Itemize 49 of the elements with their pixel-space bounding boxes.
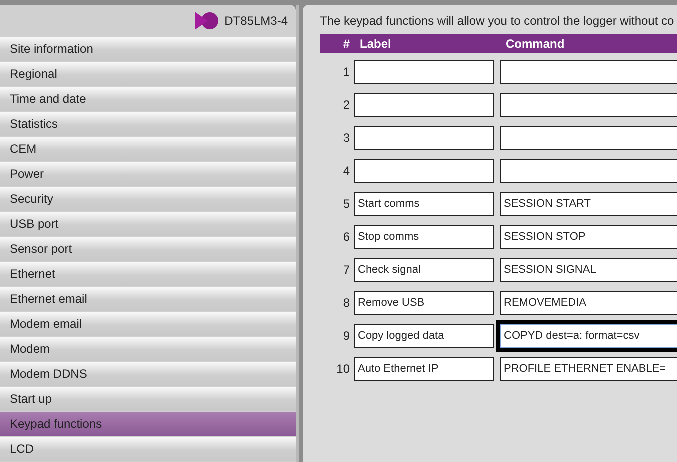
sidebar-item[interactable]: Power xyxy=(0,162,296,186)
sidebar-item[interactable]: Security xyxy=(0,187,296,211)
row-number: 9 xyxy=(342,328,351,342)
label-field[interactable]: Auto Ethernet IP xyxy=(354,356,494,380)
sidebar-item[interactable]: USB port xyxy=(0,212,296,236)
row-number: 1 xyxy=(342,64,351,78)
command-field[interactable]: PROFILE ETHERNET ENABLE= xyxy=(500,356,677,380)
command-field[interactable]: SESSION SIGNAL xyxy=(500,258,677,282)
sidebar-item[interactable]: Statistics xyxy=(0,112,296,136)
device-name: DT85LM3-4 xyxy=(224,14,288,28)
row-number: 4 xyxy=(342,164,351,178)
label-field[interactable]: Copy logged data xyxy=(354,324,494,348)
label-field[interactable]: Remove USB xyxy=(354,290,494,314)
sidebar-item[interactable]: CEM xyxy=(0,137,296,161)
command-field[interactable]: COPYD dest=a: format=csv xyxy=(500,324,677,348)
label-field[interactable] xyxy=(354,158,494,182)
sidebar-item[interactable]: Modem xyxy=(0,337,296,361)
sidebar-item[interactable]: Site information xyxy=(0,37,296,61)
row-number: 3 xyxy=(342,130,351,144)
column-header: # xyxy=(342,36,350,50)
label-field[interactable] xyxy=(354,126,494,150)
sidebar-item[interactable]: Ethernet xyxy=(0,262,296,286)
row-number: 10 xyxy=(336,362,351,376)
row-number: 7 xyxy=(342,262,351,276)
sidebar-item[interactable]: Modem DDNS xyxy=(0,362,296,386)
command-field[interactable]: REMOVEMEDIA xyxy=(500,290,677,314)
sidebar-item[interactable]: LCD xyxy=(0,437,296,461)
row-number: 5 xyxy=(342,196,351,210)
column-header: Command xyxy=(506,36,565,50)
sidebar-item[interactable]: Time and date xyxy=(0,87,296,111)
logo-icon xyxy=(194,12,219,30)
label-field[interactable]: Check signal xyxy=(354,258,494,282)
column-header: Label xyxy=(360,36,392,50)
row-number: 6 xyxy=(342,230,351,244)
sidebar-item[interactable]: Sensor port xyxy=(0,237,296,261)
row-number: 8 xyxy=(342,296,351,310)
row-number: 2 xyxy=(342,98,351,112)
sidebar-item[interactable]: Regional xyxy=(0,62,296,86)
label-field[interactable] xyxy=(354,92,494,116)
command-field[interactable]: SESSION STOP xyxy=(500,224,677,248)
sidebar-item[interactable]: Keypad functions xyxy=(0,412,296,436)
label-field[interactable] xyxy=(354,60,494,84)
sidebar-item[interactable]: Modem email xyxy=(0,312,296,336)
label-field[interactable]: Start comms xyxy=(354,192,494,216)
label-field[interactable]: Stop comms xyxy=(354,224,494,248)
command-field[interactable]: SESSION START xyxy=(500,192,677,216)
intro-text: The keypad functions will allow you to control the logger without co xyxy=(320,14,676,30)
sidebar-item[interactable]: Start up xyxy=(0,387,296,411)
sidebar-item[interactable]: Ethernet email xyxy=(0,287,296,311)
